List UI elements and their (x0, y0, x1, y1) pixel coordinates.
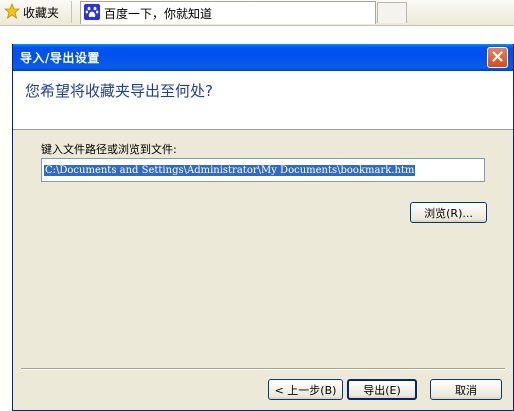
footer-divider (21, 368, 505, 370)
dialog-title-bar[interactable]: 导入/导出设置 (13, 44, 513, 71)
close-button[interactable] (487, 47, 508, 68)
tab-baidu[interactable]: 百度一下，你就知道 (80, 1, 376, 24)
cancel-button[interactable]: 取消 (430, 379, 502, 400)
page-background (0, 26, 514, 44)
back-button[interactable]: < 上一步(B) (268, 379, 343, 400)
dialog-title: 导入/导出设置 (20, 51, 100, 65)
close-icon (492, 50, 503, 65)
favorites-button[interactable]: 收藏夹 (0, 1, 72, 23)
favorites-bar: 收藏夹 百度一下，你就知道 (0, 0, 514, 26)
export-button[interactable]: 导出(E) (347, 379, 417, 400)
import-export-dialog: 导入/导出设置 您希望将收藏夹导出至何处? 键入文件路径或浏览到文件: C:\D… (12, 44, 514, 411)
tab-title: 百度一下，你就知道 (104, 6, 213, 21)
new-tab-button[interactable] (377, 2, 407, 23)
star-icon (3, 2, 21, 22)
browse-button[interactable]: 浏览(R)... (410, 202, 487, 223)
path-input[interactable]: C:\Documents and Settings\Administrator\… (41, 158, 485, 182)
path-value: C:\Documents and Settings\Administrator\… (44, 165, 416, 176)
baidu-paw-icon (84, 3, 100, 23)
favorites-label: 收藏夹 (23, 5, 60, 20)
dialog-header: 您希望将收藏夹导出至何处? (13, 71, 513, 130)
path-label: 键入文件路径或浏览到文件: (41, 143, 177, 156)
dialog-question: 您希望将收藏夹导出至何处? (25, 82, 213, 100)
